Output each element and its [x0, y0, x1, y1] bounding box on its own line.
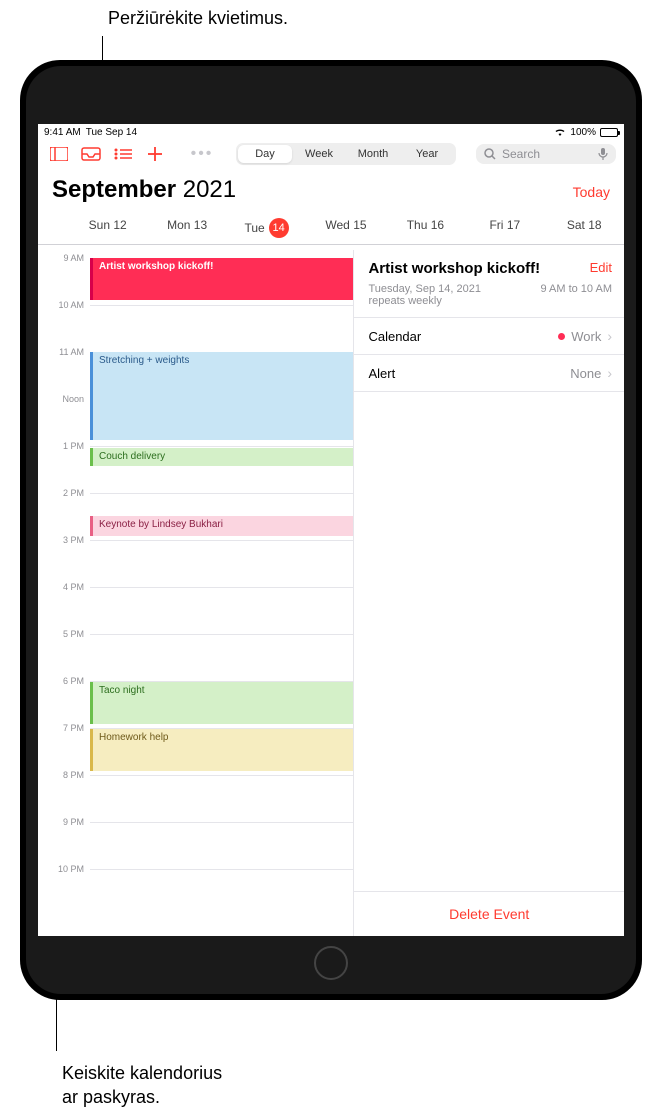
view-segment[interactable]: Day Week Month Year [236, 143, 456, 165]
month-header: September 2021 Today [38, 170, 624, 212]
status-date: Tue Sep 14 [86, 127, 137, 138]
hour-label: Noon [42, 394, 84, 404]
edit-button[interactable]: Edit [590, 260, 612, 275]
list-icon[interactable] [110, 143, 136, 165]
event-time: 9 AM to 10 AM [540, 283, 612, 307]
hour-line: 4 PM [90, 587, 353, 588]
detail-row[interactable]: Alert None› [354, 355, 624, 392]
delete-event-button[interactable]: Delete Event [354, 891, 624, 936]
battery-icon [600, 128, 618, 137]
hour-line: 8 PM [90, 775, 353, 776]
home-button[interactable] [314, 946, 348, 980]
calendar-event[interactable]: Stretching + weights [90, 352, 353, 440]
search-field[interactable]: Search [476, 144, 616, 164]
calendar-event[interactable]: Taco night [90, 682, 353, 724]
detail-row-value: Work› [558, 328, 612, 344]
hour-line: 10 AM [90, 305, 353, 306]
event-date: Tuesday, Sep 14, 2021 [368, 283, 481, 295]
event-detail-panel: Artist workshop kickoff! Edit Tuesday, S… [354, 250, 624, 936]
add-event-button[interactable] [142, 143, 168, 165]
chevron-right-icon: › [607, 365, 612, 381]
ipad-frame: 9:41 AM Tue Sep 14 100% [20, 60, 642, 1000]
day-fri[interactable]: Fri 17 [465, 218, 544, 238]
hour-label: 7 PM [42, 723, 84, 733]
toolbar-ellipsis[interactable]: ••• [174, 145, 230, 163]
chevron-right-icon: › [607, 328, 612, 344]
hour-line: 5 PM [90, 634, 353, 635]
page-title: September 2021 [52, 176, 236, 204]
day-thu[interactable]: Thu 16 [386, 218, 465, 238]
event-repeat: repeats weekly [368, 295, 481, 307]
seg-month[interactable]: Month [346, 145, 400, 163]
hour-label: 6 PM [42, 676, 84, 686]
hour-label: 8 PM [42, 770, 84, 780]
day-tue[interactable]: Tue 14 [227, 218, 306, 238]
week-row: Sun 12 Mon 13 Tue 14 Wed 15 Thu 16 Fri 1… [38, 212, 624, 245]
hour-label: 5 PM [42, 629, 84, 639]
hour-label: 10 PM [42, 864, 84, 874]
calendar-color-dot [558, 333, 565, 340]
calendar-event[interactable]: Homework help [90, 729, 353, 771]
status-time: 9:41 AM [44, 127, 81, 138]
hour-line: 1 PM [90, 446, 353, 447]
hour-label: 4 PM [42, 582, 84, 592]
seg-day[interactable]: Day [238, 145, 292, 163]
annotation-bottom: Keiskite kalendoriusar paskyras. [62, 1062, 222, 1109]
dictation-icon[interactable] [598, 147, 608, 161]
sidebar-toggle-button[interactable] [46, 143, 72, 165]
hour-label: 3 PM [42, 535, 84, 545]
wifi-icon [554, 128, 566, 136]
hour-label: 11 AM [42, 347, 84, 357]
search-icon [484, 148, 496, 160]
screen: 9:41 AM Tue Sep 14 100% [38, 124, 624, 936]
day-mon[interactable]: Mon 13 [147, 218, 226, 238]
timeline-panel[interactable]: 9 AM 10 AM 11 AM Noon 1 PM 2 PM 3 PM 4 PM 5 PM 6 … [38, 250, 354, 936]
seg-week[interactable]: Week [292, 145, 346, 163]
toolbar: ••• Day Week Month Year Search [38, 140, 624, 170]
detail-row[interactable]: Calendar Work› [354, 318, 624, 355]
hour-label: 10 AM [42, 300, 84, 310]
hour-line: 2 PM [90, 493, 353, 494]
search-placeholder: Search [502, 147, 592, 161]
detail-row-value: None› [570, 365, 612, 381]
day-wed[interactable]: Wed 15 [306, 218, 385, 238]
day-sun[interactable]: Sun 12 [68, 218, 147, 238]
event-title: Artist workshop kickoff! [368, 260, 540, 277]
detail-row-label: Alert [368, 366, 395, 381]
hour-line: 10 PM [90, 869, 353, 870]
ipad-bezel: 9:41 AM Tue Sep 14 100% [26, 66, 636, 994]
calendar-event[interactable]: Keynote by Lindsey Bukhari [90, 516, 353, 536]
calendar-event[interactable]: Couch delivery [90, 448, 353, 466]
annotation-line [56, 999, 57, 1051]
hour-label: 2 PM [42, 488, 84, 498]
hour-label: 9 AM [42, 253, 84, 263]
hour-label: 1 PM [42, 441, 84, 451]
seg-year[interactable]: Year [400, 145, 454, 163]
annotation-top: Peržiūrėkite kvietimus. [108, 8, 288, 29]
calendar-event[interactable]: Artist workshop kickoff! [90, 258, 353, 300]
detail-row-label: Calendar [368, 329, 421, 344]
day-sat[interactable]: Sat 18 [545, 218, 624, 238]
battery-percent: 100% [570, 127, 596, 138]
status-bar: 9:41 AM Tue Sep 14 100% [38, 124, 624, 140]
inbox-icon[interactable] [78, 143, 104, 165]
hour-label: 9 PM [42, 817, 84, 827]
today-button[interactable]: Today [573, 184, 610, 200]
hour-line: 3 PM [90, 540, 353, 541]
hour-line: 9 PM [90, 822, 353, 823]
